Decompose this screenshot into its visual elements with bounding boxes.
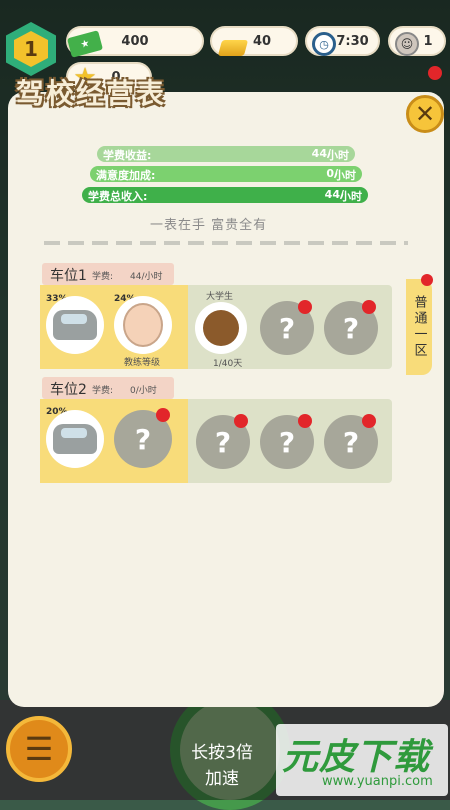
watermark-brand: 元皮下载 <box>282 737 431 778</box>
gold-bar-icon <box>217 40 249 56</box>
avatar-icon: ☺ <box>395 32 419 56</box>
stat-total-income: 学费总收入: 44/ 小时 <box>82 187 368 203</box>
list-icon: ☰ <box>24 730 54 768</box>
stat-label: 学费总收入: <box>88 190 148 203</box>
stat-label: 学费收益: <box>103 149 152 162</box>
cash-icon: ★ <box>66 30 104 58</box>
slot-fee-label: 学费: <box>92 386 114 396</box>
slot-tab-2: 车位2 学费: 0/小时 <box>42 377 174 399</box>
question-icon: ? <box>278 425 296 459</box>
coach-level-label: 教练等级 <box>124 358 161 368</box>
alert-dot <box>362 300 376 314</box>
menu-button[interactable]: ☰ <box>6 716 72 782</box>
car-slot-2[interactable] <box>46 410 104 468</box>
money-counter[interactable]: ★ 400 <box>66 26 204 58</box>
time-value: 7:30 <box>336 33 369 49</box>
alert-dot <box>362 414 376 428</box>
notification-dot <box>428 66 442 80</box>
level-badge[interactable]: 1 <box>6 22 56 76</box>
stat-unit: 小时 <box>334 169 356 182</box>
panel-title: 驾校经营表 <box>16 77 167 110</box>
close-button[interactable]: ✕ <box>406 95 444 133</box>
user-value: 1 <box>423 33 433 49</box>
car-icon <box>53 310 97 340</box>
question-icon: ? <box>134 422 152 456</box>
question-icon: ? <box>342 311 360 345</box>
watermark-url: www.yuanpi.com <box>322 774 433 789</box>
student-icon <box>203 310 239 346</box>
slot-tab-1: 车位1 学费: 44/小时 <box>42 263 174 285</box>
slot-fee-label: 学费: <box>92 272 114 282</box>
gold-value: 40 <box>252 33 272 49</box>
speed-line-2: 加速 <box>205 769 239 789</box>
student-slot-1[interactable] <box>195 302 247 354</box>
stat-unit: 小时 <box>327 149 349 162</box>
time-display[interactable]: ◷ 7:30 <box>305 26 380 56</box>
money-value: 400 <box>121 33 149 49</box>
car-icon <box>53 424 97 454</box>
speed-line-1: 长按3倍 <box>191 743 253 763</box>
clock-icon: ◷ <box>312 32 336 56</box>
alert-dot <box>156 408 170 422</box>
divider <box>44 241 408 245</box>
stat-satisfaction-bonus: 满意度加成: 0/ 小时 <box>90 166 362 182</box>
question-icon: ? <box>214 425 232 459</box>
slot-name: 车位1 <box>50 268 87 284</box>
alert-dot <box>298 300 312 314</box>
close-icon: ✕ <box>414 100 436 128</box>
stat-fee-income: 学费收益: 44/ 小时 <box>97 146 355 162</box>
area-tab[interactable]: 普通一区 <box>406 279 432 375</box>
watermark: 元皮下载 www.yuanpi.com <box>276 724 448 796</box>
alert-dot <box>421 274 433 286</box>
coach-slot-1[interactable] <box>114 296 172 354</box>
speed-up-button[interactable]: 长按3倍 加速 <box>172 740 272 792</box>
slot-fee-value: 44/小时 <box>130 272 163 282</box>
user-counter[interactable]: ☺ 1 <box>388 26 446 56</box>
slot-name: 车位2 <box>50 382 87 398</box>
alert-dot <box>298 414 312 428</box>
slot-fee-value: 0/小时 <box>130 386 157 396</box>
stat-label: 满意度加成: <box>96 169 156 182</box>
motto-text: 一表在手 富贵全有 <box>150 218 268 233</box>
car-slot-1[interactable] <box>46 296 104 354</box>
gold-counter[interactable]: 40 <box>210 26 298 56</box>
alert-dot <box>234 414 248 428</box>
student-type-label: 大学生 <box>206 292 234 302</box>
coach-icon <box>123 303 163 347</box>
question-icon: ? <box>342 425 360 459</box>
question-icon: ? <box>278 311 296 345</box>
stat-unit: 小时 <box>340 190 362 203</box>
student-progress: 1/40天 <box>213 359 243 369</box>
